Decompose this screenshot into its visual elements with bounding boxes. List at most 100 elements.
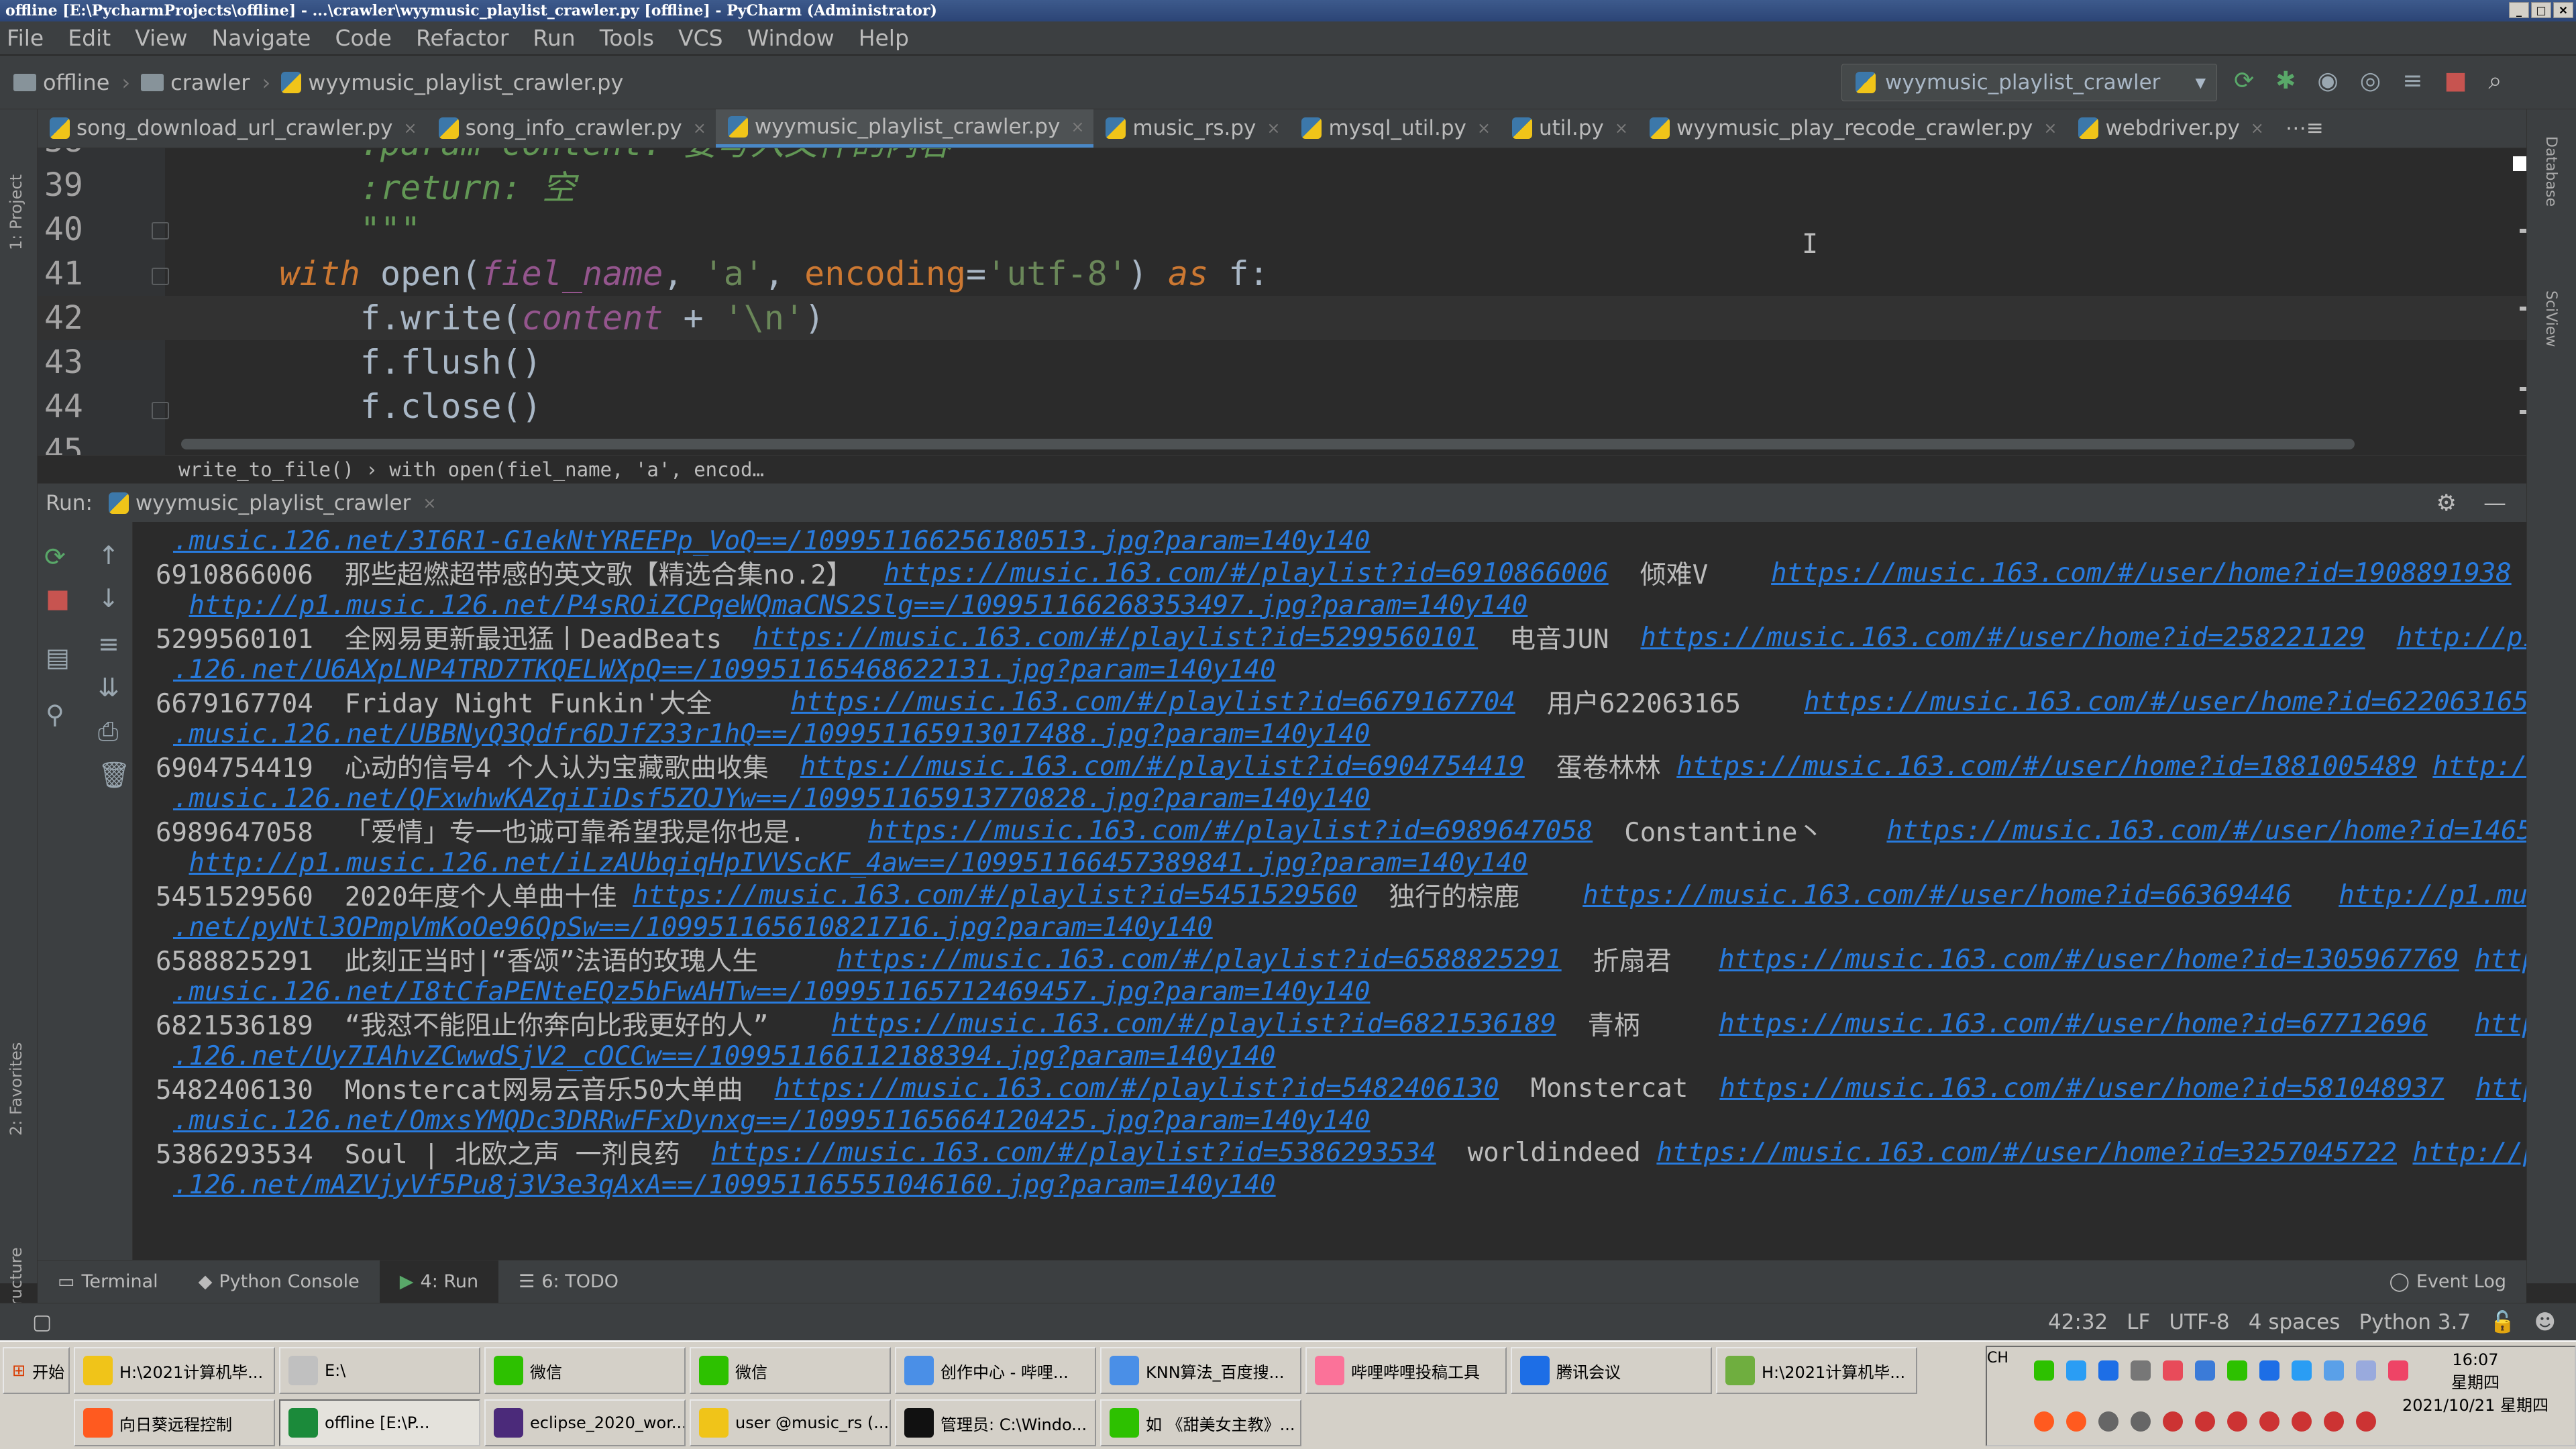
print-icon[interactable]: ⎙	[98, 716, 118, 747]
down-arrow-icon[interactable]: ↓	[98, 584, 119, 613]
menu-file[interactable]: File	[7, 25, 44, 51]
tray-icon[interactable]	[2195, 1360, 2215, 1381]
tray-icon[interactable]	[2131, 1411, 2151, 1432]
console-link[interactable]: https://music.163.com/#/user/home?id=622…	[1804, 687, 2526, 717]
console-link[interactable]: https://music.163.com/#/playlist?id=5386…	[712, 1138, 1436, 1168]
tab-overflow-menu[interactable]: ⋯≡	[2273, 109, 2333, 148]
menu-run[interactable]: Run	[533, 25, 575, 51]
console-link[interactable]: .music.126.net/I8tCfaPENteEQz5bFwAHTw==/…	[173, 977, 1370, 1007]
console-link[interactable]: https://music.163.com/#/user/home?id=677…	[1719, 1009, 2428, 1039]
up-arrow-icon[interactable]: ↑	[98, 541, 119, 570]
python-console-tool-button[interactable]: ◆ Python Console	[178, 1260, 380, 1303]
tray-icon[interactable]	[2034, 1360, 2054, 1381]
restore-layout-icon[interactable]: ▤	[46, 643, 70, 672]
stop-icon[interactable]: ■	[2444, 67, 2467, 95]
console-link[interactable]: .126.net/mAZVjyVf5Pu8j3V3e3qAxA==/109951…	[173, 1170, 1276, 1200]
console-link[interactable]: https://music.163.com/#/playlist?id=6910…	[884, 558, 1609, 588]
console-link[interactable]: https://music.163.com/#/user/home?id=258…	[1641, 623, 2365, 653]
console-link[interactable]: .music.126.net/UBBNyQ3Qdfr6DJfZ33r1hQ==/…	[173, 719, 1370, 749]
debug-icon[interactable]: ✱	[2275, 67, 2296, 95]
stop-icon[interactable]: ■	[46, 584, 70, 613]
console-link[interactable]: http://p1.music.126	[2339, 880, 2526, 910]
sciview-tool-tab[interactable]: SciView	[2542, 290, 2559, 347]
taskbar-button[interactable]: 向日葵远程控制	[74, 1399, 275, 1446]
tray-icon[interactable]	[2356, 1411, 2376, 1432]
menu-view[interactable]: View	[135, 25, 187, 51]
console-link[interactable]: https://music.163.com/#/playlist?id=6588…	[837, 945, 1562, 975]
tab-wyymusic-play-recode-crawler[interactable]: wyymusic_play_recode_crawler.py ×	[1638, 109, 2066, 148]
taskbar-button[interactable]: 微信	[690, 1347, 891, 1394]
maximize-button[interactable]: □	[2531, 2, 2551, 18]
tray-icon[interactable]	[2131, 1360, 2151, 1381]
menu-code[interactable]: Code	[335, 25, 391, 51]
console-link[interactable]: https://music.163.com/#/playlist?id=6904…	[800, 751, 1525, 782]
tab-wyymusic-playlist-crawler[interactable]: wyymusic_playlist_crawler.py ×	[715, 109, 1094, 148]
console-link[interactable]: https://music.163.com/#/playlist?id=6679…	[791, 687, 1515, 717]
fold-marker-icon[interactable]	[152, 222, 169, 239]
start-button[interactable]: ⊞ 开始	[3, 1347, 70, 1394]
console-link[interactable]: https://music.163.com/#/playlist?id=5299…	[753, 623, 1478, 653]
console-link[interactable]: http://p1	[2432, 751, 2526, 782]
breadcrumb-file[interactable]: wyymusic_playlist_crawler.py	[281, 70, 623, 95]
tab-mysql-util[interactable]: mysql_util.py ×	[1289, 109, 1500, 148]
console-link[interactable]: https://music.163.com/#/playlist?id=6821…	[832, 1009, 1556, 1039]
close-icon[interactable]: ×	[1071, 117, 1084, 136]
console-link[interactable]: http://p1	[2475, 1073, 2526, 1104]
taskbar-button[interactable]: 腾讯会议	[1511, 1347, 1712, 1394]
favorites-tool-tab[interactable]: 2: Favorites	[7, 1042, 25, 1136]
console-link[interactable]: https://music.163.com/#/playlist?id=5482…	[774, 1073, 1499, 1104]
code-line[interactable]: 41 with open(fiel_name, 'a', encoding='u…	[38, 252, 2526, 296]
gear-icon[interactable]: ⚙	[2436, 490, 2457, 517]
tab-music-rs[interactable]: music_rs.py ×	[1093, 109, 1289, 148]
console-link[interactable]: https://music.163.com/#/user/home?id=663…	[1582, 880, 2292, 910]
build-icon[interactable]: ≡	[2402, 67, 2422, 95]
indent-setting[interactable]: 4 spaces	[2249, 1310, 2341, 1334]
tray-icon[interactable]	[2292, 1411, 2312, 1432]
console-link[interactable]: https://music.163.com/#/playlist?id=6989…	[868, 816, 1593, 846]
menu-refactor[interactable]: Refactor	[416, 25, 508, 51]
console-link[interactable]: https://music.163.com/#/playlist?id=5451…	[633, 880, 1357, 910]
scroll-to-end-icon[interactable]: ⇊	[98, 673, 119, 702]
cursor-position[interactable]: 42:32	[2048, 1310, 2108, 1334]
taskbar-button[interactable]: H:\2021计算机毕...	[74, 1347, 275, 1394]
tray-icon[interactable]	[2098, 1411, 2118, 1432]
tray-icon[interactable]	[2066, 1411, 2086, 1432]
fold-marker-icon[interactable]	[152, 402, 169, 419]
tray-icon[interactable]	[2034, 1411, 2054, 1432]
menu-vcs[interactable]: VCS	[678, 25, 723, 51]
tray-icon[interactable]	[2356, 1360, 2376, 1381]
event-log-button[interactable]: ◯ Event Log	[2369, 1260, 2526, 1303]
database-tool-tab[interactable]: Database	[2542, 136, 2559, 207]
console-link[interactable]: .music.126.net/3I6R1-G1ekNtYREEPp_VoQ==/…	[173, 526, 1370, 556]
tray-icon[interactable]	[2324, 1411, 2344, 1432]
console-link[interactable]: http://p1.musi	[2475, 1009, 2526, 1039]
code-breadcrumb[interactable]: write_to_file() › with open(fiel_name, '…	[38, 455, 2526, 483]
taskbar-button[interactable]: 如 《甜美女主教》...	[1100, 1399, 1301, 1446]
tray-icon[interactable]	[2195, 1411, 2215, 1432]
console-link[interactable]: https://music.163.com/#/user/home?id=581…	[1719, 1073, 2444, 1104]
close-icon[interactable]: ×	[1267, 119, 1280, 138]
line-separator[interactable]: LF	[2127, 1310, 2150, 1334]
lock-icon[interactable]: 🔓	[2489, 1309, 2516, 1334]
taskbar-button[interactable]: user @music_rs (...	[690, 1399, 891, 1446]
inspector-icon[interactable]: ☻	[2534, 1310, 2556, 1334]
menu-edit[interactable]: Edit	[68, 25, 111, 51]
code-line[interactable]: 42 f.write(content + '\n')	[38, 296, 2526, 340]
tray-icon[interactable]	[2324, 1360, 2344, 1381]
clock[interactable]: 16:07 星期四 2021/10/21 星期四	[2375, 1348, 2576, 1417]
taskbar-button[interactable]: KNN算法_百度搜...	[1100, 1347, 1301, 1394]
pin-icon[interactable]: ⚲	[46, 700, 64, 729]
close-icon[interactable]: ×	[1615, 119, 1628, 138]
taskbar-button[interactable]: 微信	[484, 1347, 686, 1394]
taskbar-button[interactable]: 创作中心 - 哔哩...	[895, 1347, 1096, 1394]
console-link[interactable]: https://music.163.com/#/user/home?id=190…	[1771, 558, 2512, 588]
taskbar-button[interactable]: E:\	[279, 1347, 480, 1394]
console-link[interactable]: http://p1.music.126.net/P4sROiZCPqeWQmaC…	[189, 590, 1527, 621]
status-hide-icon[interactable]: ▢	[32, 1310, 52, 1334]
tray-icon[interactable]	[2163, 1411, 2183, 1432]
close-icon[interactable]: ×	[403, 119, 417, 138]
console-link[interactable]: https://music.163.com/#/user/home?id=146…	[1886, 816, 2526, 846]
close-icon[interactable]: ×	[1477, 119, 1491, 138]
python-interpreter[interactable]: Python 3.7	[2359, 1310, 2471, 1334]
terminal-tool-button[interactable]: ▭ Terminal	[38, 1260, 178, 1303]
